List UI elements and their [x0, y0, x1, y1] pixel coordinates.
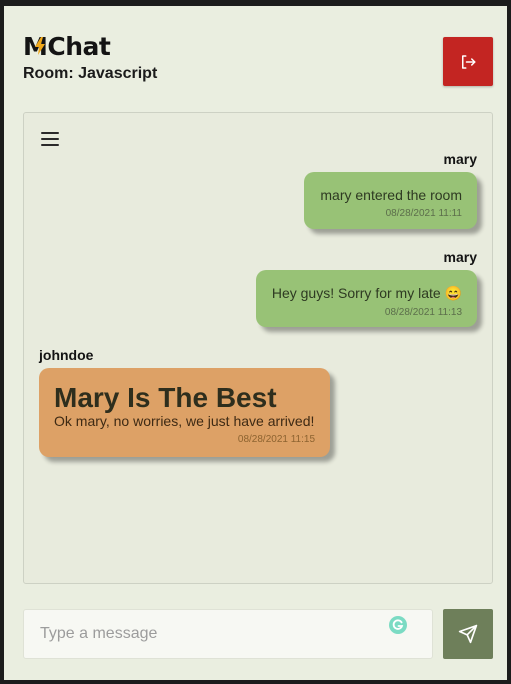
- message-input[interactable]: [24, 610, 432, 658]
- app-header: M Chat Room: Javascript: [23, 32, 157, 83]
- chat-messages-panel[interactable]: mary mary entered the room 08/28/2021 11…: [23, 112, 493, 584]
- message-bubble[interactable]: mary entered the room 08/28/2021 11:11: [304, 172, 477, 229]
- logo-word-chat: Chat: [47, 32, 111, 61]
- logout-icon: [462, 54, 476, 69]
- lightning-bolt-icon: [35, 37, 45, 55]
- message-timestamp: 08/28/2021 11:11: [385, 208, 462, 219]
- hamburger-menu-icon[interactable]: [41, 132, 59, 146]
- logout-button[interactable]: [443, 37, 493, 86]
- message-text: mary entered the room: [320, 187, 462, 203]
- message-bubble[interactable]: Hey guys! Sorry for my late 😄 08/28/2021…: [256, 270, 477, 327]
- message-text: Ok mary, no worries, we just have arrive…: [54, 413, 315, 429]
- message-sender: mary: [443, 151, 477, 167]
- message-timestamp: 08/28/2021 11:13: [384, 307, 462, 318]
- message-text: Hey guys! Sorry for my late 😄: [271, 285, 462, 301]
- logo-mark: M: [23, 32, 48, 62]
- message-bubble[interactable]: Mary Is The Best Ok mary, no worries, we…: [39, 368, 330, 457]
- room-title: Room: Javascript: [23, 65, 158, 82]
- send-icon: [458, 624, 478, 644]
- message-timestamp: 08/28/2021 11:15: [237, 434, 315, 445]
- message-sender: johndoe: [39, 347, 94, 363]
- app-logo: M Chat: [23, 32, 157, 62]
- message-composer: [23, 609, 433, 659]
- send-button[interactable]: [443, 609, 493, 659]
- message-headline: Mary Is The Best: [54, 382, 277, 413]
- app-window: M Chat Room: Javascript mary mary entere…: [0, 0, 511, 684]
- message-sender: mary: [443, 249, 477, 265]
- grammarly-icon[interactable]: [389, 616, 407, 634]
